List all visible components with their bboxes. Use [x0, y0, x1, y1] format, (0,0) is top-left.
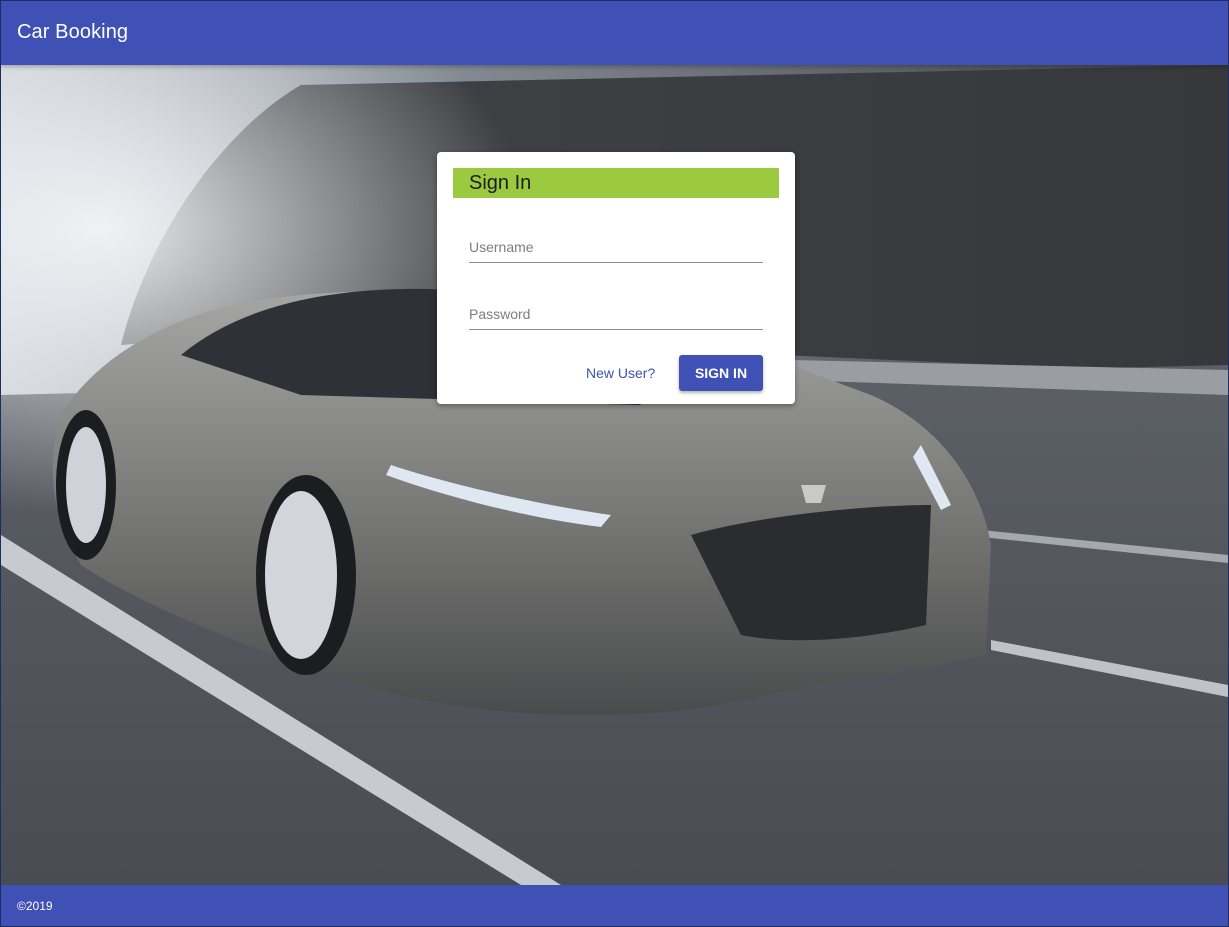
app-title: Car Booking	[17, 21, 129, 43]
top-app-bar: Car Booking	[1, 1, 1228, 65]
sign-in-header: Sign In	[453, 168, 779, 198]
sign-in-button[interactable]: SIGN IN	[679, 355, 763, 391]
new-user-link[interactable]: New User?	[586, 365, 655, 381]
app-frame: Car Booking Sign In Username New User? S…	[0, 0, 1229, 927]
sign-in-title: Sign In	[469, 172, 532, 194]
copyright-text: ©2019	[17, 899, 53, 913]
password-field-wrapper	[469, 299, 763, 333]
username-field-wrapper	[469, 232, 763, 266]
password-field[interactable]	[469, 299, 763, 330]
username-field[interactable]	[469, 232, 763, 263]
sign-in-card: Sign In New User? SIGN IN	[437, 152, 795, 404]
footer-bar: ©2019	[1, 885, 1228, 926]
